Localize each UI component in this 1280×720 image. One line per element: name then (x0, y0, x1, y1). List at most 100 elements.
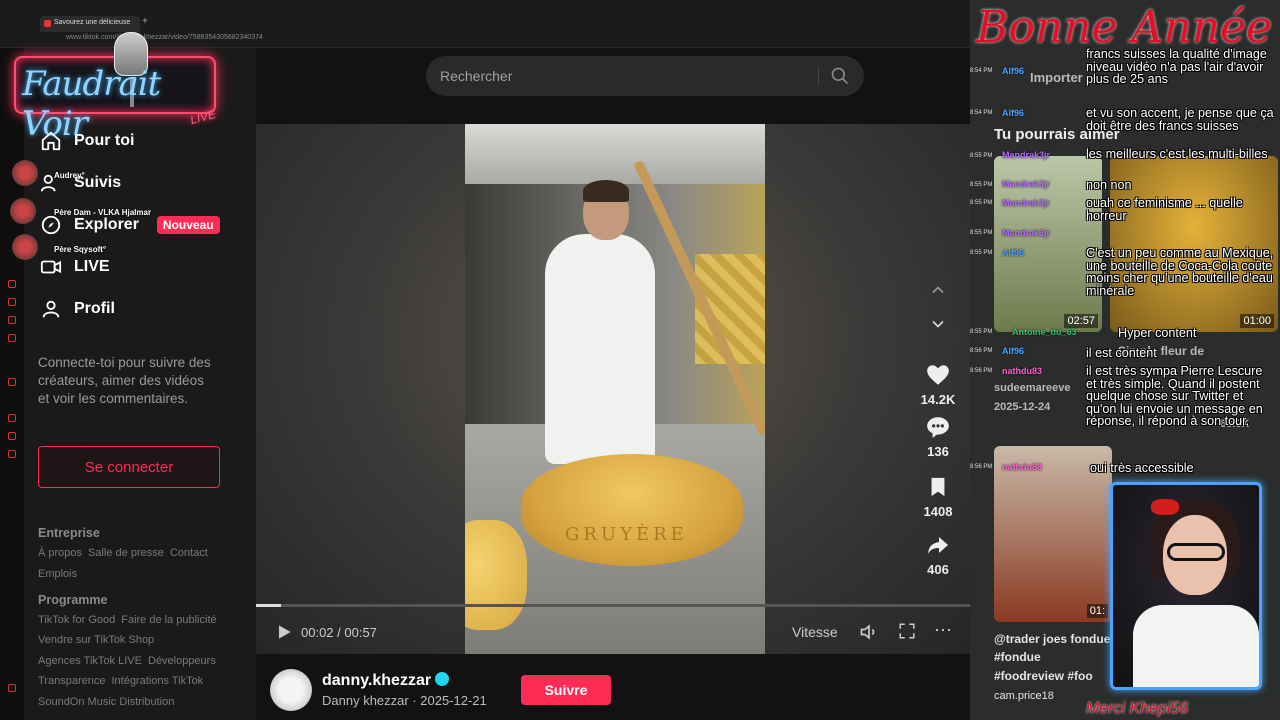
share-icon (923, 530, 953, 560)
browser-tab[interactable]: Savourez une délicieuse (40, 16, 140, 32)
webcam-body (1133, 605, 1259, 687)
webcam-bow (1151, 499, 1179, 515)
chat-message: C'est un peu comme au Mexique, une boute… (1086, 246, 1274, 298)
comment-button[interactable]: 136 (916, 412, 960, 459)
chat-username: nathdu83 (1002, 462, 1043, 472)
viewer-name: Père Dam - VLKA Hjalmar (54, 208, 152, 217)
footer-link[interactable]: TikTok for Good (38, 614, 115, 626)
chat-username: Antoine_du_63 (1012, 327, 1077, 337)
search-divider (818, 66, 819, 86)
card-user[interactable]: sudeemareeve (994, 382, 1070, 394)
chat-time: 8:55 PM (970, 200, 993, 206)
next-video-icon[interactable] (928, 314, 948, 334)
obs-side-strip (0, 48, 24, 720)
author-username-text: danny.khezzar (322, 672, 432, 689)
more-options-icon[interactable]: ⋯ (934, 620, 952, 641)
search-icon[interactable] (830, 66, 850, 86)
chat-time: 8:55 PM (970, 153, 993, 159)
viewer-avatar (12, 160, 38, 186)
speed-button[interactable]: Vitesse (792, 624, 838, 640)
chat-message: francs suisses la qualité d'image niveau… (1086, 47, 1267, 86)
search-input[interactable]: Rechercher (440, 68, 512, 84)
card2-tags2: #foodreview #foo (994, 669, 1093, 683)
video-cheese-wheel (521, 454, 743, 566)
address-bar[interactable]: www.tiktok.com/@danny.khezzar/video/7586… (66, 34, 946, 46)
video-frame-top (465, 124, 765, 184)
card-date: 2025-12-24 (994, 401, 1051, 413)
strip-icon (8, 334, 16, 342)
footer-link[interactable]: SoundOn Music Distribution (38, 696, 174, 708)
footer-link[interactable]: Transparence (38, 675, 105, 687)
chat-username: Mandrak3jr (1002, 179, 1051, 189)
footer-link[interactable]: Faire de la publicité (121, 614, 216, 626)
chat-username: Alf96 (1002, 108, 1025, 118)
strip-icon (8, 432, 16, 440)
search-bar[interactable]: Rechercher (426, 56, 864, 96)
play-icon[interactable] (274, 622, 294, 645)
chat-message: ouah ce feminisme ... quelle horreur (1086, 196, 1243, 223)
share-count: 406 (927, 562, 949, 577)
viewer-name: Audrey° (54, 171, 85, 180)
sidebar-item-pour-toi[interactable]: Pour toi (40, 130, 134, 152)
chat-time: 8:55 PM (970, 329, 993, 335)
footer-links: Agences TikTok LIVE Développeurs (38, 655, 216, 667)
sidebar-item-profil[interactable]: Profil (40, 298, 115, 320)
sidebar-item-label: LIVE (74, 258, 110, 275)
sidebar-item-explorer[interactable]: Explorer Nouveau (40, 214, 220, 236)
comment-count: 136 (927, 444, 949, 459)
footer-links: Transparence Intégrations TikTok (38, 675, 203, 687)
thanks-text: Merci Khepi56 (1086, 700, 1189, 717)
import-label[interactable]: Importer (1030, 70, 1083, 85)
chat-username: nathdu83 (1002, 366, 1043, 376)
footer-link[interactable]: Contact (170, 547, 208, 559)
comment-icon (923, 412, 953, 442)
card2-user[interactable]: cam.price18 (994, 690, 1054, 702)
footer-title-entreprise: Entreprise (38, 526, 100, 540)
footer-link[interactable]: Salle de presse (88, 547, 164, 559)
previous-video-icon[interactable] (928, 280, 948, 300)
volume-icon[interactable] (858, 622, 880, 645)
footer-link[interactable]: Emplois (38, 568, 77, 580)
thumb-duration: 01:00 (1240, 314, 1274, 328)
share-button[interactable]: 406 (916, 530, 960, 577)
strip-icon (8, 316, 16, 324)
video-progress-fill (256, 604, 282, 607)
footer-link[interactable]: Agences TikTok LIVE (38, 655, 142, 667)
new-badge: Nouveau (156, 216, 220, 234)
strip-icon (8, 378, 16, 386)
video-chef-hair (583, 180, 629, 202)
chat-time: 8:55 PM (970, 250, 993, 256)
footer-link[interactable]: Vendre sur TikTok Shop (38, 634, 154, 646)
chat-time: 8:54 PM (970, 68, 993, 74)
footer-title-programme: Programme (38, 593, 108, 607)
fullscreen-icon[interactable] (898, 622, 916, 643)
viewer-avatar (10, 198, 36, 224)
sidebar-item-label: Explorer (74, 216, 139, 233)
chat-username: Alf96 (1002, 346, 1025, 356)
chat-time: 8:56 PM (970, 368, 993, 374)
author-username[interactable]: danny.khezzar (322, 672, 450, 690)
chat-username: Mandrak3jr (1002, 198, 1051, 208)
chat-message: Hyper content (1118, 326, 1197, 340)
sidebar-item-live[interactable]: LIVE (40, 256, 110, 278)
video-progress-bar[interactable] (256, 604, 972, 607)
footer-links: Emplois (38, 568, 77, 580)
bookmark-icon (923, 472, 953, 502)
login-button[interactable]: Se connecter (38, 446, 220, 488)
new-tab-icon[interactable]: + (142, 16, 148, 27)
heart-icon (923, 360, 953, 390)
like-button[interactable]: 14.2K (916, 360, 960, 407)
footer-link[interactable]: À propos (38, 547, 82, 559)
viewer-avatar (12, 234, 38, 260)
footer-link[interactable]: Développeurs (148, 655, 216, 667)
thumb-duration: 01: (1086, 604, 1108, 618)
footer-link[interactable]: Intégrations TikTok (111, 675, 203, 687)
live-icon (40, 256, 62, 278)
video-player[interactable]: GRUYÈRE (465, 124, 765, 654)
follow-button[interactable]: Suivre (521, 675, 611, 705)
new-year-banner: Bonne Année (976, 2, 1273, 53)
viewer-name: Père Sqysoft° (54, 245, 107, 254)
chat-time: 8:55 PM (970, 230, 993, 236)
save-button[interactable]: 1408 (916, 472, 960, 519)
author-avatar[interactable] (270, 669, 312, 711)
